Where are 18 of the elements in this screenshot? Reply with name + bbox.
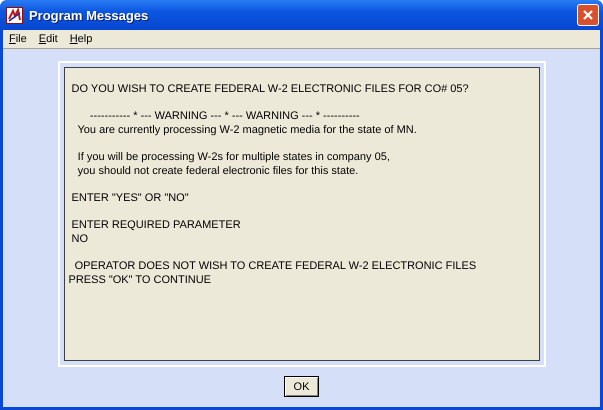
message-line: PRESS "OK" TO CONTINUE xyxy=(68,273,212,287)
app-icon xyxy=(6,6,23,24)
menu-item[interactable]: Edit xyxy=(32,33,64,45)
message-line: ENTER REQUIRED PARAMETER xyxy=(70,218,242,232)
message-line: you should not create federal electronic files for this state. xyxy=(76,164,360,178)
menu-item[interactable]: File xyxy=(3,33,33,45)
close-icon xyxy=(582,9,594,21)
message-line: If you will be processing W-2s for multiple states in company 05, xyxy=(76,150,391,164)
message-line: ----------- * --- WARNING --- * --- WARNING --- * ---------- xyxy=(88,109,361,123)
message-line: ENTER "YES" OR "NO" xyxy=(70,191,190,205)
message-line: DO YOU WISH TO CREATE FEDERAL W-2 ELECTRONIC FILES FOR CO# 05? xyxy=(70,82,470,96)
menu-item[interactable]: Help xyxy=(64,33,98,45)
ok-button[interactable]: OK xyxy=(284,376,319,397)
close-button[interactable] xyxy=(577,4,599,26)
message-line: You are currently processing W-2 magnetic media for the state of MN. xyxy=(76,123,418,137)
message-line: OPERATOR DOES NOT WISH TO CREATE FEDERAL W-2 ELECTRONIC FILES xyxy=(74,259,478,273)
window-title: Program Messages xyxy=(29,8,150,22)
message-line: NO xyxy=(70,232,90,246)
